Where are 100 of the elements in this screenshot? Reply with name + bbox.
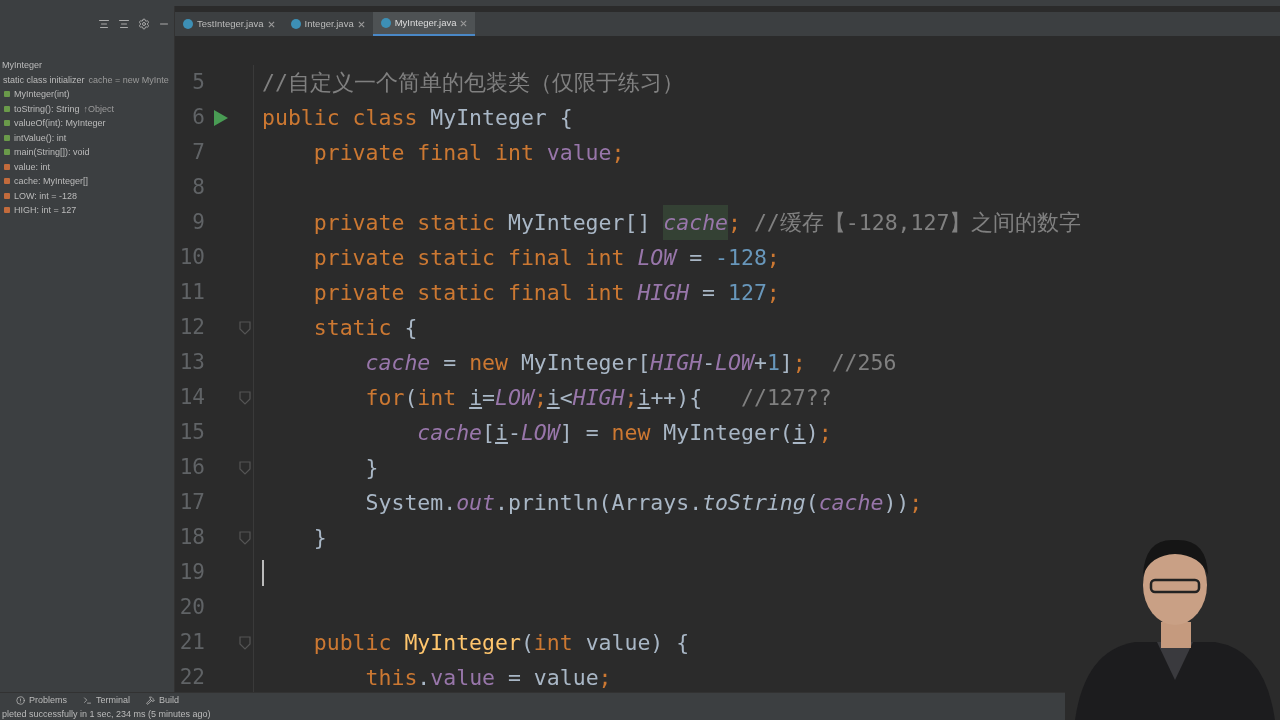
close-icon[interactable] bbox=[357, 20, 365, 28]
code-token: MyInteger( bbox=[663, 419, 793, 447]
collapse-all-icon[interactable] bbox=[118, 18, 130, 30]
code-token: ; bbox=[611, 139, 625, 167]
editor-tab[interactable]: Integer.java bbox=[282, 12, 373, 36]
code-token: = bbox=[442, 349, 458, 377]
structure-item[interactable]: LOW: int = -128 bbox=[0, 188, 174, 203]
code-token: ; bbox=[766, 244, 780, 272]
code-token: cache bbox=[416, 419, 483, 447]
code-token: for bbox=[364, 384, 405, 412]
code-token: ; bbox=[766, 279, 780, 307]
editor-tab[interactable]: TestInteger.java bbox=[175, 12, 283, 36]
expand-all-icon[interactable] bbox=[98, 18, 110, 30]
code-token: HIGH bbox=[650, 349, 703, 377]
fold-icon[interactable] bbox=[239, 635, 251, 650]
code-token: ] bbox=[779, 349, 793, 377]
warning-icon bbox=[16, 696, 25, 705]
line-number: 21 bbox=[179, 629, 205, 656]
structure-label: value: int bbox=[14, 160, 51, 174]
code-token: LOW bbox=[495, 384, 534, 412]
structure-item[interactable]: intValue(): int bbox=[0, 130, 174, 145]
code-token: cache bbox=[663, 205, 729, 240]
code-token: public class bbox=[262, 104, 419, 132]
code-token: } bbox=[364, 454, 379, 482]
tool-window-tab[interactable]: Terminal bbox=[83, 693, 131, 708]
code-token: )) bbox=[883, 489, 910, 517]
structure-item[interactable]: valueOf(int): MyInteger bbox=[0, 116, 174, 131]
tool-window-tab[interactable]: Problems bbox=[16, 693, 67, 708]
code-token: } bbox=[312, 524, 327, 552]
fold-icon[interactable] bbox=[239, 390, 251, 405]
code-token: value) { bbox=[585, 629, 690, 657]
fold-icon[interactable] bbox=[239, 460, 251, 475]
structure-item[interactable]: static class initializer cache = new MyInte bbox=[0, 72, 174, 87]
code-token: MyInteger bbox=[404, 629, 521, 657]
settings-icon[interactable] bbox=[138, 18, 150, 30]
code-token: new bbox=[611, 419, 652, 447]
code-token: = bbox=[701, 279, 717, 307]
close-icon[interactable] bbox=[267, 20, 275, 28]
code-token: ; bbox=[909, 489, 923, 517]
structure-label: cache: MyInteger[] bbox=[14, 175, 89, 188]
code-token: - bbox=[507, 419, 521, 447]
code-token: int bbox=[533, 629, 574, 657]
line-number: 14 bbox=[179, 384, 205, 411]
structure-label: toString(): String bbox=[14, 102, 80, 116]
line-number: 16 bbox=[179, 454, 205, 481]
line-number: 8 bbox=[192, 174, 205, 201]
tool-window-tab[interactable]: Build bbox=[146, 693, 180, 708]
code-token: ( bbox=[404, 384, 418, 412]
code-token: out bbox=[456, 489, 495, 517]
structure-label: static class initializer bbox=[3, 73, 85, 87]
code-token: ) bbox=[805, 419, 819, 447]
terminal-icon bbox=[83, 696, 92, 705]
editor-tab[interactable]: MyInteger.java bbox=[372, 12, 476, 36]
code-token: new bbox=[469, 349, 509, 377]
code-token: private final int bbox=[312, 139, 535, 167]
code-token: cache bbox=[364, 349, 431, 377]
code-token: ++){ bbox=[650, 384, 704, 412]
line-number: 17 bbox=[179, 489, 205, 516]
code-token: i bbox=[546, 384, 560, 412]
code-token: toString bbox=[702, 489, 806, 517]
line-number: 12 bbox=[179, 314, 205, 341]
code-token: = bbox=[482, 384, 496, 412]
line-number: 7 bbox=[192, 139, 205, 166]
code-token: ; bbox=[598, 664, 612, 692]
code-token: cache bbox=[818, 489, 884, 517]
hammer-icon bbox=[146, 696, 156, 705]
structure-item[interactable]: toString(): String ↑Object bbox=[0, 101, 174, 116]
structure-label: HIGH: int = 127 bbox=[14, 204, 77, 217]
status-message: pleted successfully in 1 sec, 234 ms (5 minutes ago) bbox=[2, 709, 211, 719]
fold-icon[interactable] bbox=[239, 530, 251, 545]
structure-item[interactable]: cache: MyInteger[] bbox=[0, 174, 174, 189]
code-token: [ bbox=[482, 419, 495, 447]
structure-item[interactable]: main(String[]): void bbox=[0, 145, 174, 160]
structure-label: valueOf(int): MyInteger bbox=[14, 117, 106, 130]
structure-item[interactable]: MyInteger(int) bbox=[0, 87, 174, 102]
structure-label: intValue(): int bbox=[14, 131, 67, 145]
structure-item[interactable]: value: int bbox=[0, 159, 174, 174]
code-token: MyInteger[] bbox=[507, 209, 652, 237]
run-icon[interactable] bbox=[214, 109, 228, 126]
structure-title: MyInteger bbox=[1, 59, 44, 72]
code-token: value bbox=[430, 664, 496, 692]
line-number: 15 bbox=[179, 419, 205, 446]
code-token: = value bbox=[506, 664, 599, 692]
line-number: 13 bbox=[179, 349, 205, 376]
code-token: int bbox=[417, 384, 458, 412]
structure-label: main(String[]): void bbox=[14, 146, 90, 159]
code-token: { bbox=[404, 314, 418, 342]
code-token: MyInteger { bbox=[430, 104, 573, 132]
close-icon[interactable] bbox=[460, 19, 468, 27]
fold-icon[interactable] bbox=[239, 320, 251, 335]
code-token: private static final int bbox=[312, 244, 626, 272]
code-token: System. bbox=[364, 489, 457, 517]
structure-hint: cache = new MyInte bbox=[88, 73, 169, 87]
java-class-icon bbox=[290, 19, 301, 29]
line-number: 6 bbox=[192, 104, 205, 131]
structure-item[interactable]: HIGH: int = 127 bbox=[0, 203, 174, 218]
code-token: i bbox=[495, 419, 508, 447]
code-token: = bbox=[688, 244, 704, 272]
line-number: 19 bbox=[179, 559, 205, 586]
code-token: ; bbox=[792, 349, 807, 377]
